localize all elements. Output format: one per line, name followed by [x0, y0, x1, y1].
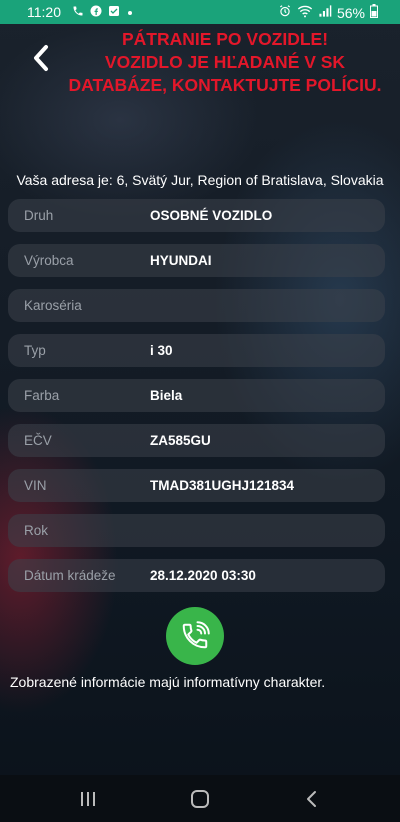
user-address: Vaša adresa je: 6, Svätý Jur, Region of … — [16, 172, 384, 188]
system-navigation-bar — [0, 775, 400, 822]
alarm-icon — [278, 4, 292, 21]
home-button[interactable] — [185, 787, 215, 811]
row-label: Karoséria — [24, 298, 82, 313]
status-left-icons — [72, 5, 134, 20]
dot-icon — [126, 6, 134, 20]
chevron-left-icon — [34, 45, 48, 71]
message-icon — [108, 5, 120, 20]
wanted-vehicle-alert: PÁTRANIE PO VOZIDLE! VOZIDLO JE HĽADANÉ … — [60, 28, 390, 97]
row-druh: Druh OSOBNÉ VOZIDLO — [8, 199, 385, 232]
row-label: Farba — [24, 388, 60, 403]
row-value: TMAD381UGHJ121834 — [150, 478, 295, 493]
back-button[interactable] — [24, 38, 58, 78]
signal-icon — [318, 4, 332, 21]
row-value: OSOBNÉ VOZIDLO — [150, 208, 273, 223]
row-value: i 30 — [150, 343, 173, 358]
row-label: Druh — [24, 208, 54, 223]
row-value: Biela — [150, 388, 183, 403]
row-value: HYUNDAI — [150, 253, 212, 268]
row-value: ZA585GU — [150, 433, 211, 448]
alert-line-1: PÁTRANIE PO VOZIDLE! — [121, 29, 329, 49]
row-farba: Farba Biela — [8, 379, 385, 412]
row-rok: Rok — [8, 514, 385, 547]
status-bar: 11:20 56% — [0, 0, 400, 24]
back-nav-button[interactable] — [297, 787, 327, 811]
battery-icon — [370, 4, 378, 21]
alert-line-2: VOZIDLO JE HĽADANÉ V SK — [104, 52, 346, 72]
row-value: 28.12.2020 03:30 — [150, 568, 256, 583]
status-right-icons: 56% — [278, 4, 378, 21]
row-ecv: EČV ZA585GU — [8, 424, 385, 457]
row-label: VIN — [24, 478, 47, 493]
battery-percent: 56% — [336, 4, 365, 21]
alert-line-3: DATABÁZE, KONTAKTUJTE POLÍCIU. — [68, 75, 382, 95]
home-icon — [191, 790, 209, 808]
row-typ: Typ i 30 — [8, 334, 385, 367]
wifi-icon — [297, 4, 313, 21]
row-vin: VIN TMAD381UGHJ121834 — [8, 469, 385, 502]
row-vyrobca: Výrobca HYUNDAI — [8, 244, 385, 277]
row-karoseria: Karoséria — [8, 289, 385, 322]
back-nav-icon — [307, 791, 316, 807]
facebook-icon — [90, 5, 102, 20]
row-label: Dátum krádeže — [24, 568, 116, 583]
row-label: Výrobca — [24, 253, 74, 268]
row-label: Rok — [24, 523, 49, 538]
recent-apps-icon — [81, 792, 95, 806]
recent-apps-button[interactable] — [73, 787, 103, 811]
row-datum-kradeze: Dátum krádeže 28.12.2020 03:30 — [8, 559, 385, 592]
call-police-button[interactable] — [166, 607, 224, 665]
row-label: Typ — [24, 343, 46, 358]
disclaimer-text: Zobrazené informácie majú informatívny c… — [10, 674, 326, 690]
phone-call-icon — [182, 621, 210, 649]
status-time: 11:20 — [27, 4, 61, 20]
row-label: EČV — [24, 433, 52, 448]
phone-icon — [72, 5, 84, 20]
